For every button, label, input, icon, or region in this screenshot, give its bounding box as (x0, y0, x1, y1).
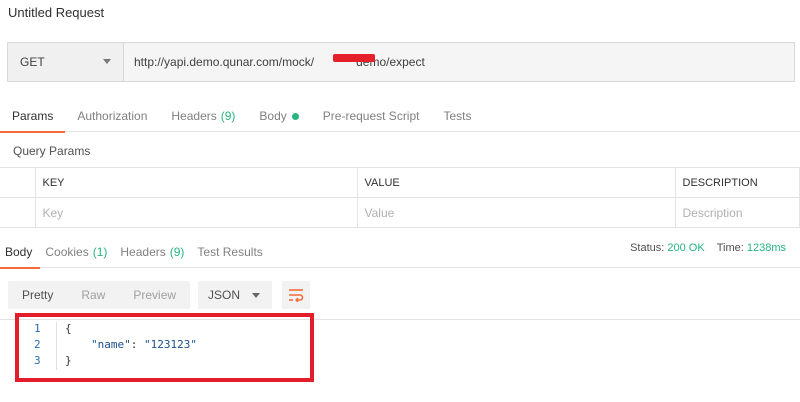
tab-pre-request-script[interactable]: Pre-request Script (311, 100, 432, 132)
tab-test-results[interactable]: Test Results (192, 236, 270, 268)
tab-body[interactable]: Body (247, 100, 310, 132)
headers-count: (9) (220, 109, 236, 123)
status-info: Status: 200 OK (630, 242, 705, 254)
chevron-down-icon (103, 59, 111, 64)
response-status: Status: 200 OK Time: 1238ms (630, 242, 786, 254)
wrap-lines-button[interactable] (282, 281, 311, 309)
key-input[interactable]: Key (34, 197, 358, 228)
description-input[interactable]: Description (674, 197, 800, 228)
cookies-count: (1) (92, 245, 108, 259)
annotation-highlight-box (15, 313, 314, 382)
column-header-key: KEY (34, 167, 358, 198)
tab-label: Body (259, 109, 287, 123)
url-bar: GET http://yapi.demo.qunar.com/mock/demo… (7, 42, 795, 82)
wrap-icon (289, 289, 304, 302)
table-row: Key Value Description (0, 197, 800, 228)
tab-label: Headers (120, 245, 166, 259)
tab-params[interactable]: Params (0, 100, 66, 133)
column-header-value: VALUE (356, 167, 676, 198)
tab-response-body[interactable]: Body (0, 236, 41, 269)
tab-label: Authorization (77, 109, 148, 123)
tab-cookies[interactable]: Cookies (1) (40, 236, 115, 268)
column-header-description: DESCRIPTION (674, 167, 800, 198)
row-handle-cell (0, 197, 36, 228)
url-input[interactable]: http://yapi.demo.qunar.com/mock/demo/exp… (124, 43, 794, 81)
format-select[interactable]: JSON (198, 281, 273, 309)
time-label: Time: (716, 242, 744, 254)
redaction-mark (333, 54, 375, 62)
raw-button[interactable]: Raw (67, 281, 119, 309)
tab-label: Pre-request Script (322, 109, 420, 123)
tab-label: Cookies (45, 245, 89, 259)
request-title: Untitled Request (8, 5, 105, 20)
status-label: Status: (630, 242, 665, 254)
view-mode-group: Pretty Raw Preview (8, 281, 191, 309)
method-select[interactable]: GET (8, 43, 124, 81)
request-tabs: Params Authorization Headers (9) Body Pre… (0, 100, 800, 133)
tab-label: Tests (443, 109, 472, 123)
method-label: GET (20, 55, 45, 69)
row-handle-cell (0, 167, 36, 198)
response-view-toolbar: Pretty Raw Preview JSON (8, 281, 311, 309)
format-label: JSON (208, 288, 241, 302)
tab-response-headers[interactable]: Headers (9) (115, 236, 192, 268)
preview-button[interactable]: Preview (119, 281, 190, 309)
tab-headers[interactable]: Headers (9) (159, 100, 247, 132)
time-info: Time: 1238ms (717, 242, 786, 254)
chevron-down-icon (252, 293, 261, 298)
tab-authorization[interactable]: Authorization (65, 100, 159, 132)
tab-tests[interactable]: Tests (431, 100, 483, 132)
tab-label: Test Results (197, 245, 263, 259)
status-value[interactable]: 200 OK (667, 242, 704, 254)
response-headers-count: (9) (169, 245, 185, 259)
params-table: KEY VALUE DESCRIPTION Key Value Descript… (0, 167, 800, 228)
table-header-row: KEY VALUE DESCRIPTION (0, 167, 800, 198)
tab-label: Headers (171, 109, 217, 123)
time-value[interactable]: 1238ms (747, 242, 786, 254)
body-indicator-dot (291, 112, 299, 120)
tab-label: Body (5, 245, 33, 259)
url-text: http://yapi.demo.qunar.com/mock/ (134, 55, 315, 69)
query-params-heading: Query Params (13, 144, 91, 158)
tab-label: Params (12, 109, 54, 123)
pretty-button[interactable]: Pretty (8, 281, 67, 309)
value-input[interactable]: Value (356, 197, 676, 228)
